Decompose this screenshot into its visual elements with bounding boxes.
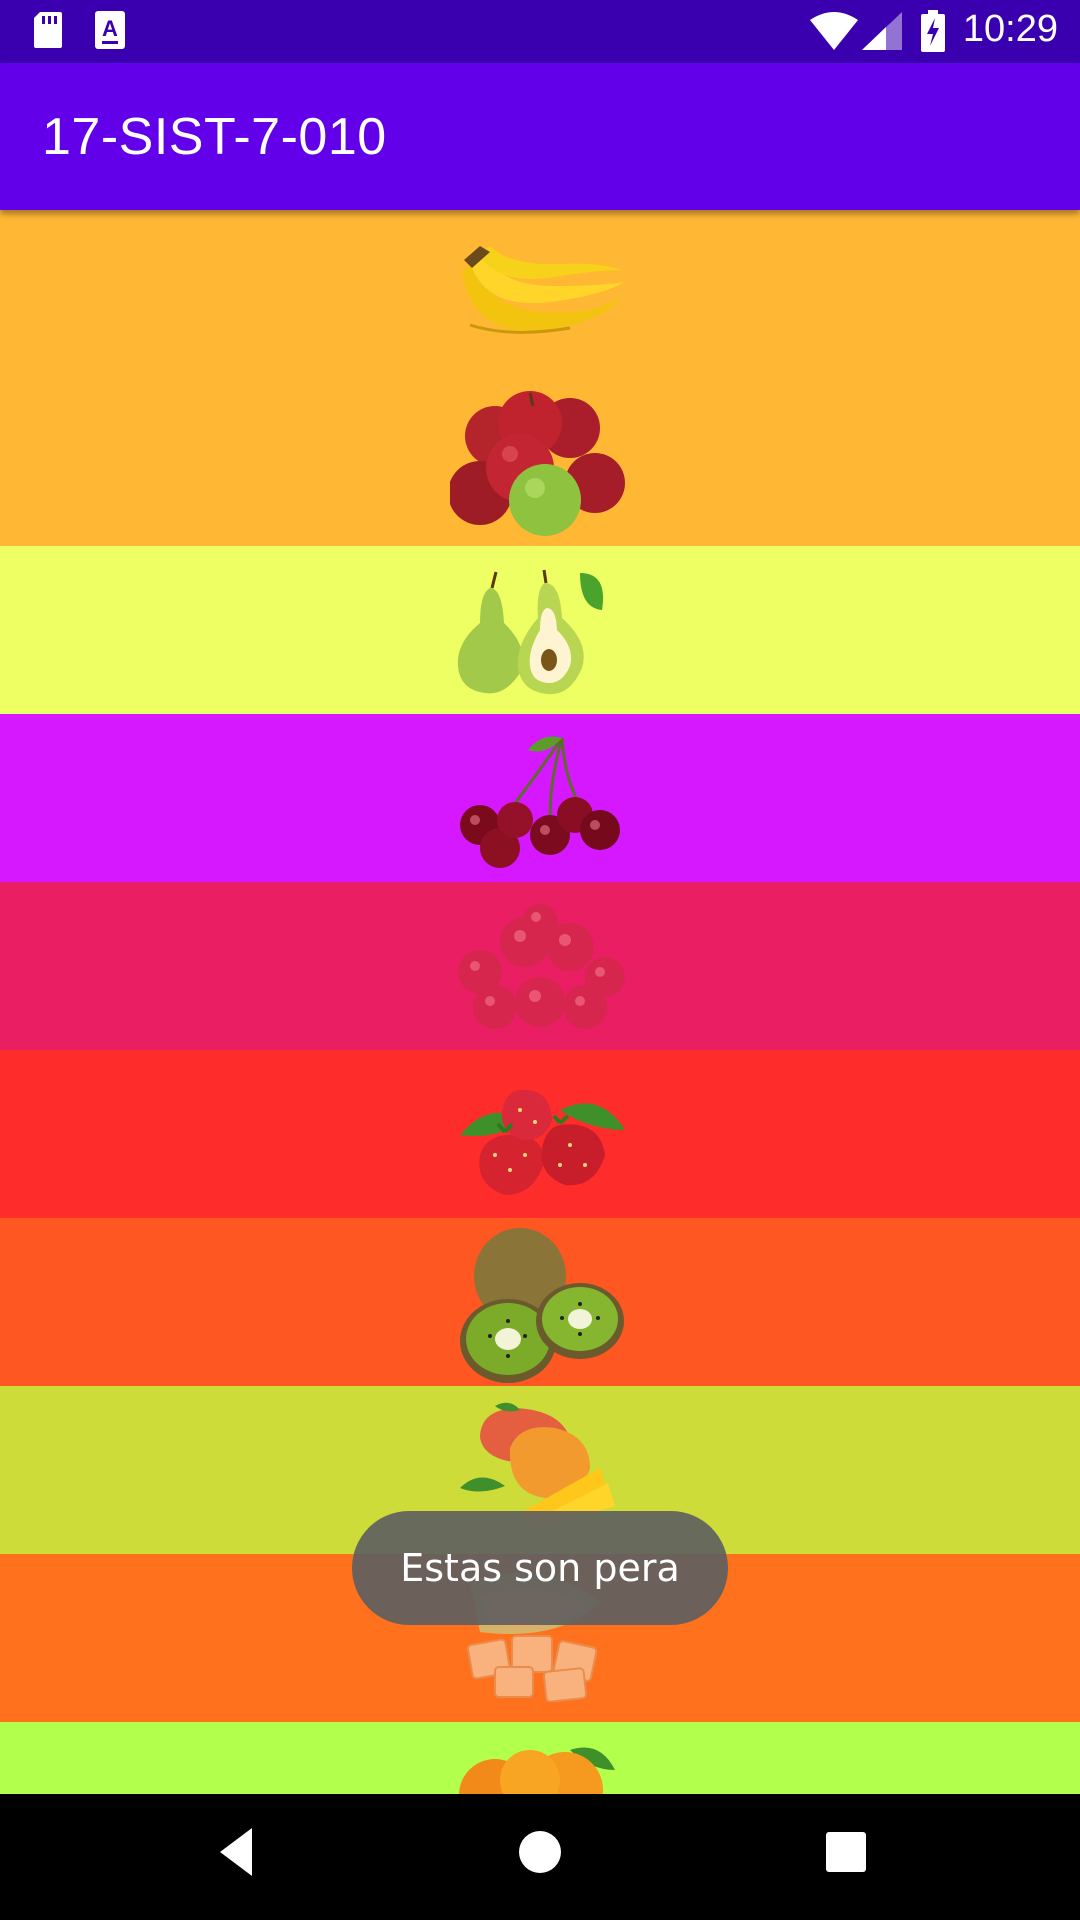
list-item[interactable] xyxy=(0,882,1080,1050)
list-item[interactable] xyxy=(0,210,1080,546)
home-icon[interactable] xyxy=(516,1824,564,1885)
list-item[interactable] xyxy=(0,1722,1080,1794)
list-item[interactable] xyxy=(0,714,1080,882)
list-item[interactable] xyxy=(0,1050,1080,1218)
recents-icon[interactable] xyxy=(822,1824,870,1885)
pear-icon xyxy=(450,568,630,703)
battery-charging-icon xyxy=(920,10,946,57)
signal-icon xyxy=(862,12,902,55)
sd-card-icon xyxy=(32,10,64,55)
wifi-icon xyxy=(810,12,858,55)
navigation-bar xyxy=(0,1794,1080,1920)
apple-icon xyxy=(448,388,630,543)
svg-text:A: A xyxy=(102,16,118,41)
status-bar: A 10:29 xyxy=(0,0,1080,63)
raspberry-icon xyxy=(450,902,630,1037)
list-item[interactable] xyxy=(0,1218,1080,1386)
strawberry-icon xyxy=(450,1080,630,1205)
list-item[interactable] xyxy=(0,546,1080,714)
orange-icon xyxy=(450,1740,630,1794)
status-time: 10:29 xyxy=(962,8,1058,50)
app-bar: 17-SIST-7-010 xyxy=(0,63,1080,210)
banana-icon xyxy=(450,240,630,355)
back-icon[interactable] xyxy=(212,1824,260,1885)
page-title: 17-SIST-7-010 xyxy=(42,108,387,166)
cherry-icon xyxy=(450,730,630,875)
app-notification-icon: A xyxy=(94,10,126,55)
toast-message: Estas son pera xyxy=(352,1511,728,1625)
kiwi-icon xyxy=(450,1226,630,1396)
